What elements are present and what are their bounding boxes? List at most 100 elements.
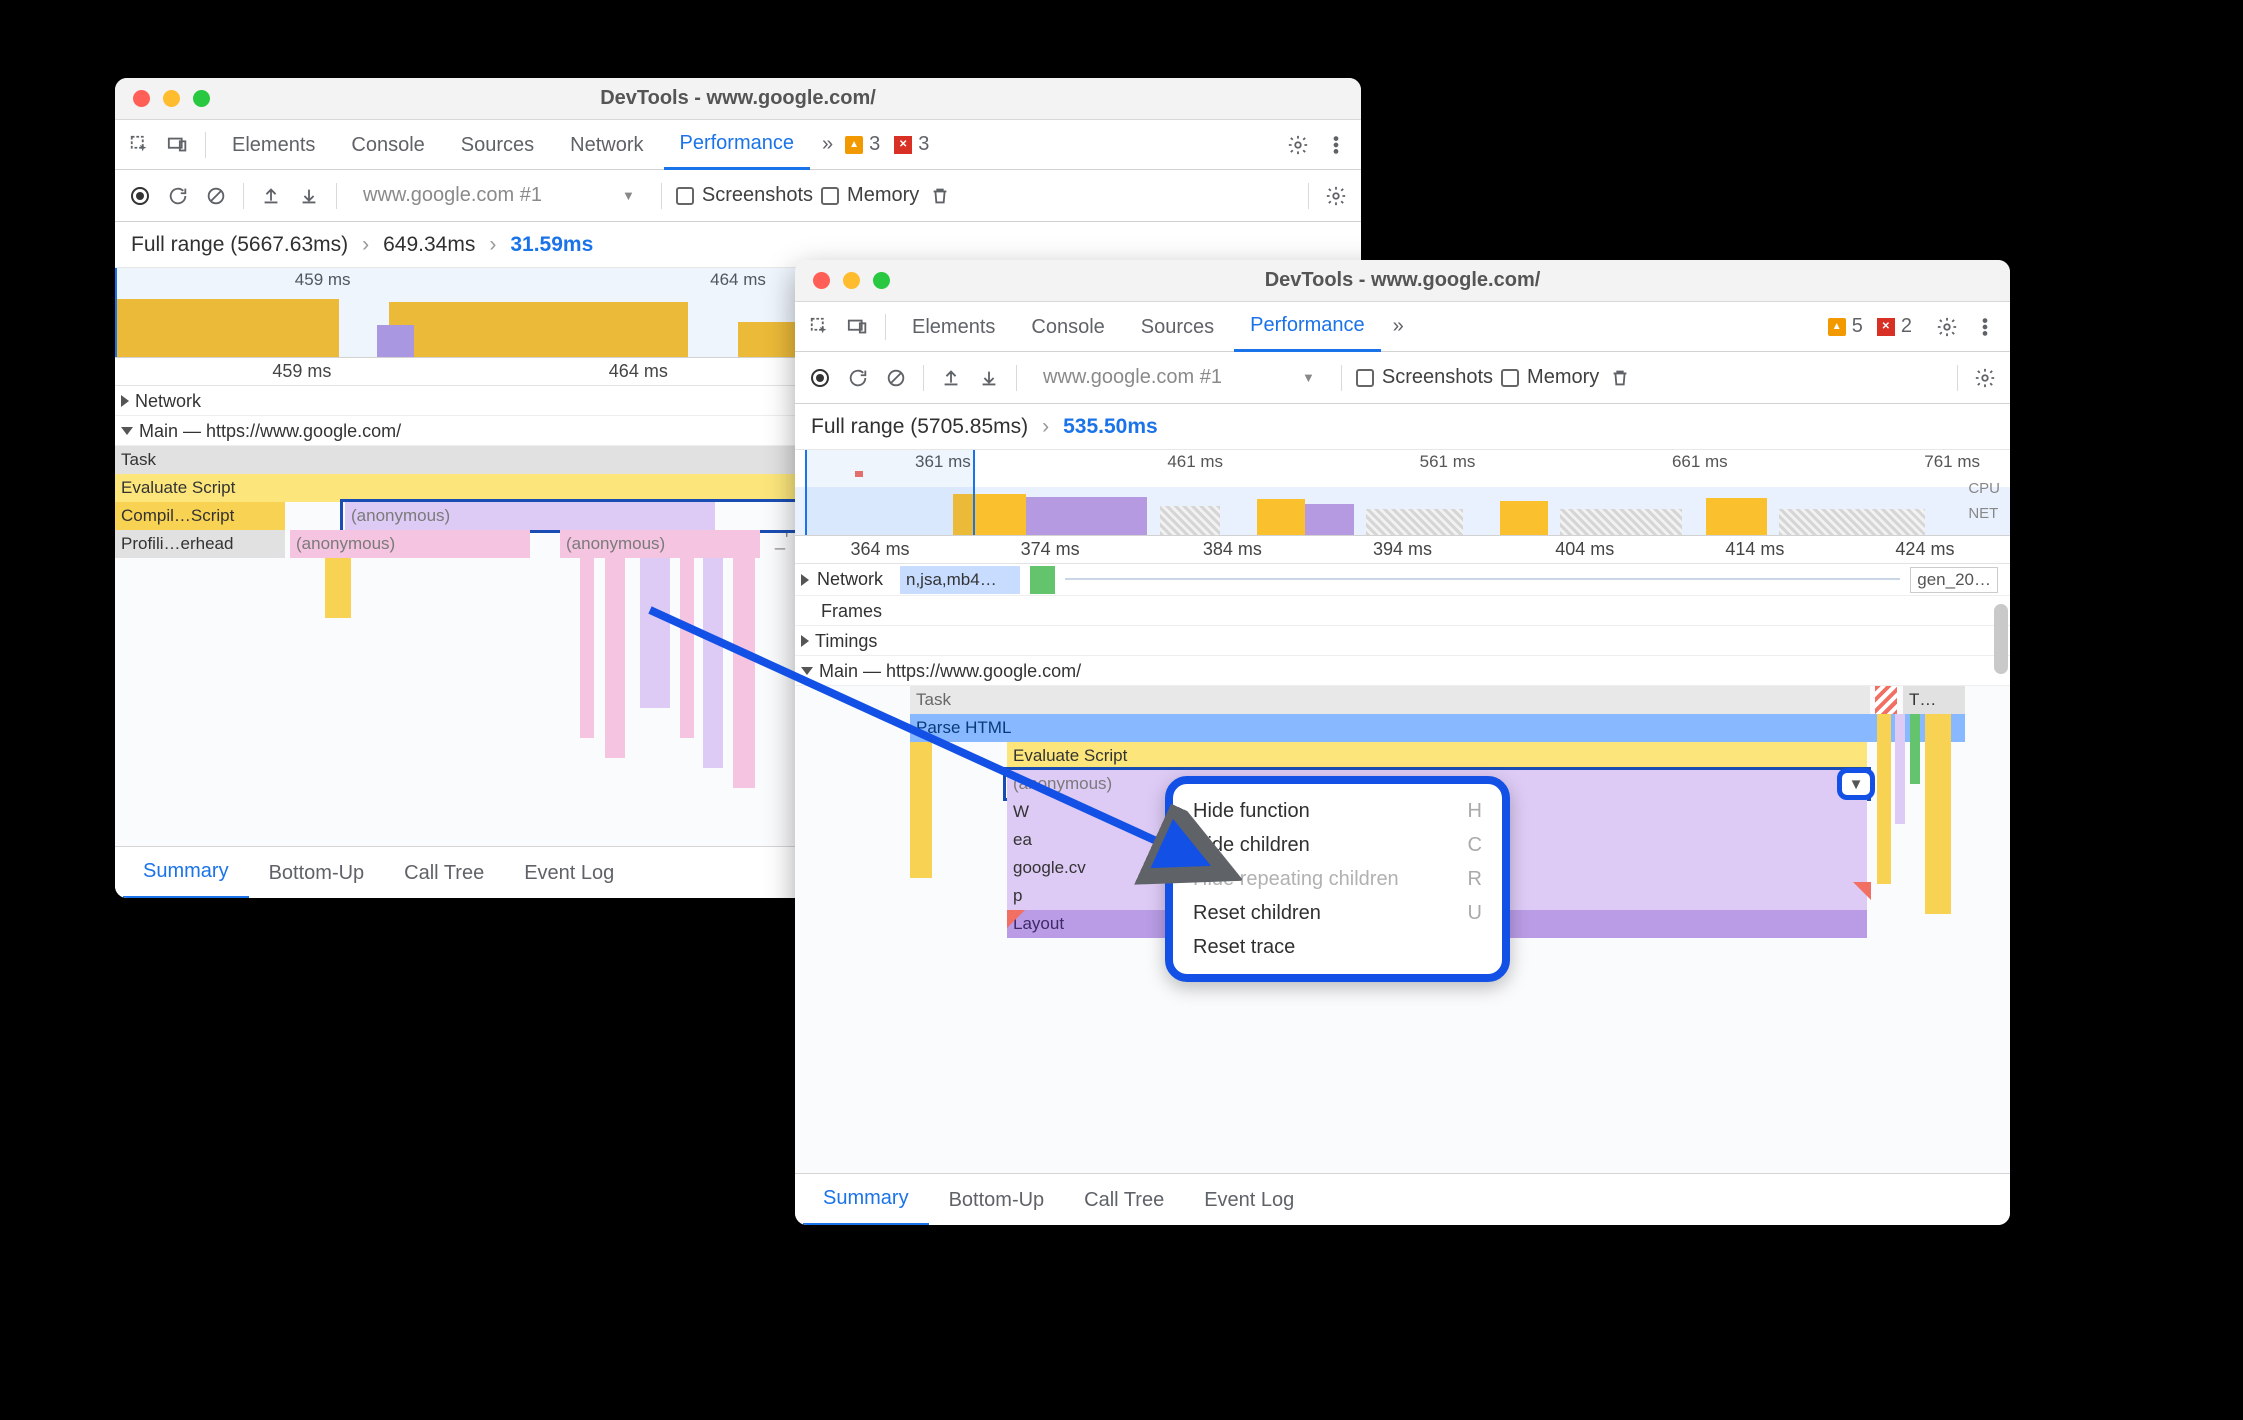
flame-bar[interactable]: [680, 558, 694, 738]
timeline-overview[interactable]: 361 ms 461 ms 561 ms 661 ms 761 ms CPU N…: [795, 450, 2010, 536]
track-network[interactable]: Network n,jsa,mb4… gen_20…: [795, 564, 2010, 596]
flame-bar[interactable]: [580, 558, 594, 738]
memory-checkbox[interactable]: Memory: [821, 184, 919, 207]
breadcrumb-mid[interactable]: 649.34ms: [383, 233, 475, 257]
tab-calltree[interactable]: Call Tree: [1064, 1174, 1184, 1226]
upload-icon[interactable]: [254, 179, 288, 213]
inspect-icon[interactable]: [803, 310, 837, 344]
flame-bar[interactable]: [1877, 714, 1891, 884]
zoom-icon[interactable]: [873, 272, 890, 289]
cm-reset-trace[interactable]: Reset trace: [1173, 930, 1502, 964]
track-frames[interactable]: Frames: [795, 596, 2010, 626]
breadcrumb-leaf[interactable]: 31.59ms: [510, 233, 593, 257]
minimize-icon[interactable]: [163, 90, 180, 107]
record-button[interactable]: [803, 361, 837, 395]
tab-elements[interactable]: Elements: [896, 302, 1011, 352]
cm-reset-children[interactable]: Reset childrenU: [1173, 896, 1502, 930]
gear-icon[interactable]: [1319, 179, 1353, 213]
minimize-icon[interactable]: [843, 272, 860, 289]
flame-chart[interactable]: Task T… Parse HTML Evaluate Script (anon…: [795, 686, 2010, 1006]
breadcrumb-root[interactable]: Full range (5667.63ms): [131, 233, 348, 257]
tab-elements[interactable]: Elements: [216, 120, 331, 170]
screenshots-checkbox[interactable]: Screenshots: [1356, 366, 1493, 389]
gear-icon[interactable]: [1281, 128, 1315, 162]
flame-bar-anonymous[interactable]: (anonymous): [560, 530, 760, 558]
trash-icon[interactable]: [1603, 361, 1637, 395]
tab-summary[interactable]: Summary: [123, 847, 249, 899]
flame-bar-task[interactable]: T…: [1903, 686, 1965, 714]
tab-sources[interactable]: Sources: [445, 120, 550, 170]
device-icon[interactable]: [841, 310, 875, 344]
flame-bar[interactable]: [910, 770, 932, 798]
tab-overflow[interactable]: »: [1385, 315, 1412, 338]
bar-dropdown-trigger[interactable]: ▼: [1837, 768, 1875, 800]
gear-icon[interactable]: [1968, 361, 2002, 395]
track-main[interactable]: Main — https://www.google.com/: [795, 656, 2010, 686]
tab-bottomup[interactable]: Bottom-Up: [929, 1174, 1065, 1226]
flame-bar[interactable]: [733, 558, 755, 788]
flame-bar[interactable]: [1910, 714, 1920, 784]
clear-icon[interactable]: [199, 179, 233, 213]
network-bar[interactable]: gen_20…: [1910, 567, 1998, 593]
network-bar[interactable]: [1030, 566, 1055, 594]
flame-bar[interactable]: [1895, 714, 1905, 824]
flame-bar[interactable]: [325, 558, 351, 618]
overview-selection[interactable]: [805, 450, 975, 535]
issue-badges[interactable]: 3 3: [845, 133, 937, 156]
trash-icon[interactable]: [923, 179, 957, 213]
flame-bar-task[interactable]: Task: [910, 686, 1870, 714]
tab-console[interactable]: Console: [335, 120, 440, 170]
flame-bar[interactable]: [703, 558, 723, 768]
inspect-icon[interactable]: [123, 128, 157, 162]
tab-performance[interactable]: Performance: [664, 120, 811, 170]
tab-bottomup[interactable]: Bottom-Up: [249, 847, 385, 899]
record-button[interactable]: [123, 179, 157, 213]
clear-icon[interactable]: [879, 361, 913, 395]
tab-summary[interactable]: Summary: [803, 1174, 929, 1226]
track-timings[interactable]: Timings: [795, 626, 2010, 656]
tab-network[interactable]: Network: [554, 120, 659, 170]
tab-calltree[interactable]: Call Tree: [384, 847, 504, 899]
flame-bar-profile[interactable]: Profili…erhead: [115, 530, 285, 558]
zoom-icon[interactable]: [193, 90, 210, 107]
chevron-right-icon: [121, 395, 129, 407]
cm-hide-children[interactable]: Hide childrenC: [1173, 828, 1502, 862]
network-bar[interactable]: n,jsa,mb4…: [900, 566, 1020, 594]
url-dropdown[interactable]: www.google.com #1 ▼: [347, 179, 651, 213]
close-icon[interactable]: [133, 90, 150, 107]
close-icon[interactable]: [813, 272, 830, 289]
reload-icon[interactable]: [841, 361, 875, 395]
breadcrumb-root[interactable]: Full range (5705.85ms): [811, 415, 1028, 439]
download-icon[interactable]: [292, 179, 326, 213]
reload-icon[interactable]: [161, 179, 195, 213]
tab-overflow[interactable]: »: [814, 133, 841, 156]
tab-eventlog[interactable]: Event Log: [1184, 1174, 1314, 1226]
flame-tracks[interactable]: Network n,jsa,mb4… gen_20… Frames Timing…: [795, 564, 2010, 1173]
flame-bar[interactable]: [605, 558, 625, 758]
flame-bar-evaluate[interactable]: Evaluate Script: [1007, 742, 1867, 770]
scrollbar-thumb[interactable]: [1994, 604, 2008, 674]
flame-bar[interactable]: [1925, 714, 1951, 914]
gear-icon[interactable]: [1930, 310, 1964, 344]
device-icon[interactable]: [161, 128, 195, 162]
tab-performance[interactable]: Performance: [1234, 302, 1381, 352]
flame-bar-parse[interactable]: Parse HTML: [910, 714, 1965, 742]
tab-sources[interactable]: Sources: [1125, 302, 1230, 352]
issue-badges[interactable]: 5 2: [1828, 315, 1920, 338]
download-icon[interactable]: [972, 361, 1006, 395]
screenshots-checkbox[interactable]: Screenshots: [676, 184, 813, 207]
breadcrumb-leaf[interactable]: 535.50ms: [1063, 415, 1158, 439]
tab-console[interactable]: Console: [1015, 302, 1120, 352]
kebab-icon[interactable]: [1968, 310, 2002, 344]
flame-bar-compile[interactable]: Compil…Script: [115, 502, 285, 530]
cm-hide-function[interactable]: Hide functionH: [1173, 794, 1502, 828]
flame-bar-anonymous[interactable]: (anonymous): [290, 530, 530, 558]
flame-bar[interactable]: [910, 798, 932, 878]
memory-checkbox[interactable]: Memory: [1501, 366, 1599, 389]
flame-bar[interactable]: [910, 742, 932, 770]
flame-bar[interactable]: [640, 558, 670, 708]
kebab-icon[interactable]: [1319, 128, 1353, 162]
tab-eventlog[interactable]: Event Log: [504, 847, 634, 899]
url-dropdown[interactable]: www.google.com #1 ▼: [1027, 361, 1331, 395]
upload-icon[interactable]: [934, 361, 968, 395]
